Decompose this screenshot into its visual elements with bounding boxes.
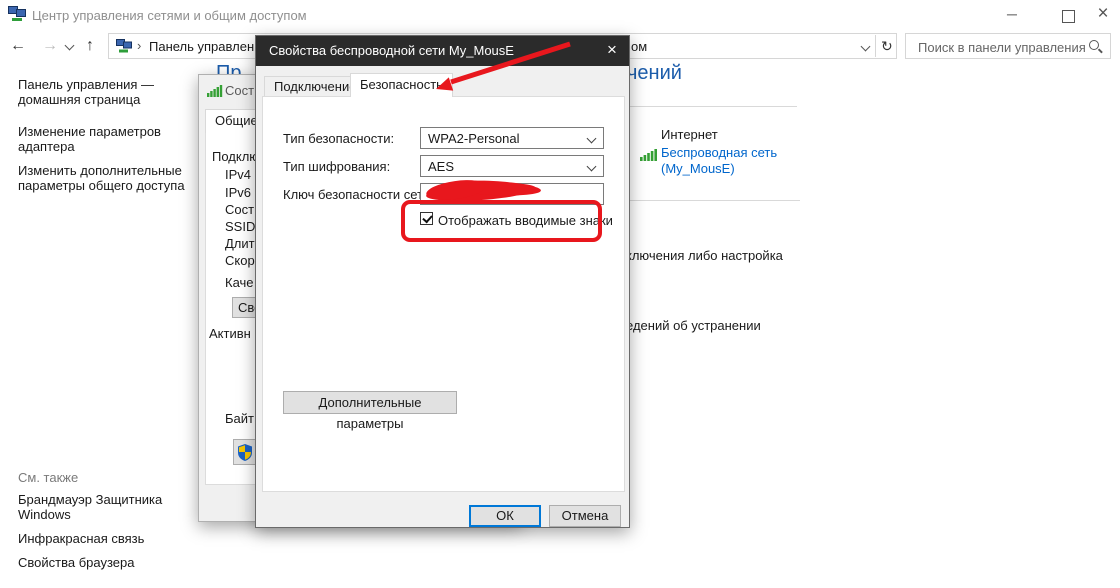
status-row-ipv6: IPv6 (225, 185, 252, 200)
page-heading-fragment-right: чений (627, 62, 682, 84)
security-tab-panel: Тип безопасности: WPA2-Personal Тип шифр… (262, 96, 625, 492)
screen: Центр управления сетями и общим доступом… (0, 0, 1120, 588)
close-button[interactable]: × (1088, 3, 1118, 25)
troubleshoot-text-fragment: едений об устранении (626, 318, 761, 333)
wifi-properties-dialog: Свойства беспроводной сети My_MousE × По… (255, 35, 630, 528)
address-text-fragment: ом (631, 39, 648, 54)
advanced-settings-button[interactable]: Дополнительные параметры (283, 391, 457, 431)
dialog-title: Свойства беспроводной сети My_MousE (269, 43, 514, 58)
sidebar-item-adapter-settings[interactable]: Изменение параметров адаптера (18, 124, 198, 154)
network-app-icon (8, 6, 26, 21)
content-divider-bottom (630, 200, 800, 201)
network-key-input[interactable] (420, 183, 604, 205)
status-row-speed: Скор (225, 253, 255, 268)
sidebar-item-infrared[interactable]: Инфракрасная связь (18, 531, 218, 546)
search-box[interactable] (905, 33, 1111, 59)
status-row-ipv4: IPv4 (225, 167, 252, 182)
dialog-titlebar[interactable]: Свойства беспроводной сети My_MousE × (256, 36, 629, 66)
wifi-network-link[interactable]: Беспроводная сеть (661, 145, 777, 161)
setup-text-fragment: ключения либо настройка (626, 248, 783, 263)
show-characters-checkbox[interactable] (420, 212, 433, 225)
forward-icon: → (42, 37, 58, 54)
wifi-network-link-ssid[interactable]: (My_MousE) (661, 161, 735, 177)
internet-label: Интернет (661, 127, 718, 142)
address-dropdown-chevron-icon[interactable] (860, 41, 871, 52)
status-connection-label: Подклю (212, 149, 260, 164)
sidebar-item-home[interactable]: Панель управления — домашняя страница (18, 77, 190, 107)
status-row-ssid: SSID (225, 219, 256, 234)
show-characters-label[interactable]: Отображать вводимые знаки (438, 213, 613, 228)
sidebar-item-firewall[interactable]: Брандмауэр Защитника Windows (18, 492, 194, 522)
status-dialog-title: Сост (225, 83, 255, 98)
back-icon[interactable]: ← (10, 38, 26, 54)
wifi-status-icon (207, 85, 223, 97)
security-type-select[interactable]: WPA2-Personal (420, 127, 604, 149)
encryption-type-select[interactable]: AES (420, 155, 604, 177)
refresh-icon[interactable]: ↻ (881, 38, 893, 55)
maximize-button[interactable] (1062, 10, 1075, 23)
dialog-close-icon[interactable]: × (599, 40, 625, 60)
search-icon[interactable] (1089, 40, 1099, 50)
status-bytes-label: Байт (225, 411, 254, 426)
minimize-button[interactable]: ─ (997, 6, 1027, 22)
content-divider-top (630, 106, 797, 107)
network-location-icon (116, 39, 132, 53)
status-quality-label: Каче (225, 275, 254, 290)
see-also-header: См. также (18, 470, 79, 485)
address-separator (875, 35, 876, 57)
status-row-duration: Длит (225, 236, 255, 251)
security-type-value: WPA2-Personal (428, 131, 520, 146)
cancel-button[interactable]: Отмена (549, 505, 621, 527)
network-key-label: Ключ безопасности сети (283, 187, 431, 202)
sidebar-item-advanced-sharing[interactable]: Изменить дополнительные параметры общего… (18, 163, 218, 193)
uac-shield-icon (238, 444, 252, 461)
sidebar-item-browser-options[interactable]: Свойства браузера (18, 555, 218, 570)
window-title: Центр управления сетями и общим доступом (32, 8, 307, 23)
breadcrumb[interactable]: Панель управления (149, 39, 268, 54)
encryption-type-label: Тип шифрования: (283, 159, 391, 174)
chevron-down-icon (586, 161, 597, 172)
security-type-label: Тип безопасности: (283, 131, 395, 146)
breadcrumb-separator-icon: › (137, 38, 142, 53)
chevron-down-icon (586, 133, 597, 144)
wifi-signal-icon (640, 149, 657, 161)
tab-security[interactable]: Безопасность (350, 73, 453, 97)
search-input[interactable] (916, 35, 1090, 59)
encryption-type-value: AES (428, 159, 455, 174)
status-row-state: Сост (225, 202, 255, 217)
history-chevron-icon[interactable] (64, 40, 75, 51)
up-icon[interactable]: ↑ (86, 38, 94, 54)
status-activity-label: Активн (209, 326, 251, 341)
ok-button[interactable]: ОК (469, 505, 541, 527)
